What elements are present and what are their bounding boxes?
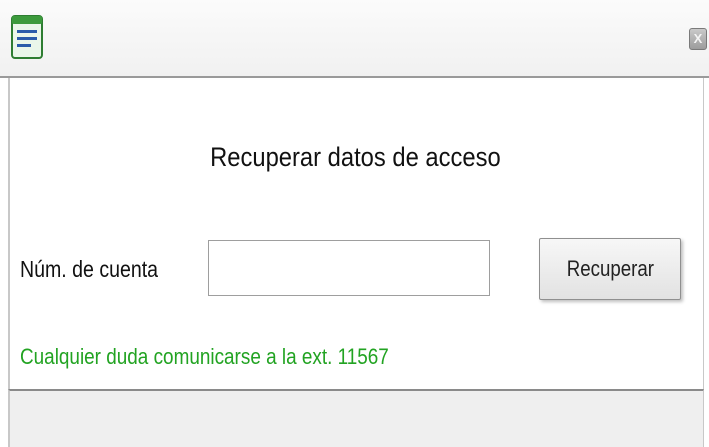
recover-button[interactable]: Recuperar	[539, 238, 681, 300]
dialog-body	[8, 78, 704, 389]
title-bar: X	[0, 0, 709, 78]
account-number-label: Núm. de cuenta	[20, 256, 159, 282]
help-text: Cualquier duda comunicarse a la ext. 115…	[20, 344, 389, 369]
recover-access-window: X Recuperar datos de acceso Núm. de cuen…	[0, 0, 709, 447]
notepad-icon	[11, 15, 43, 59]
close-button[interactable]: X	[689, 28, 707, 50]
dialog-title: Recuperar datos de acceso	[210, 142, 501, 172]
recover-button-label: Recuperar	[566, 256, 654, 281]
dialog-footer	[8, 389, 704, 447]
account-number-input[interactable]	[208, 240, 490, 296]
